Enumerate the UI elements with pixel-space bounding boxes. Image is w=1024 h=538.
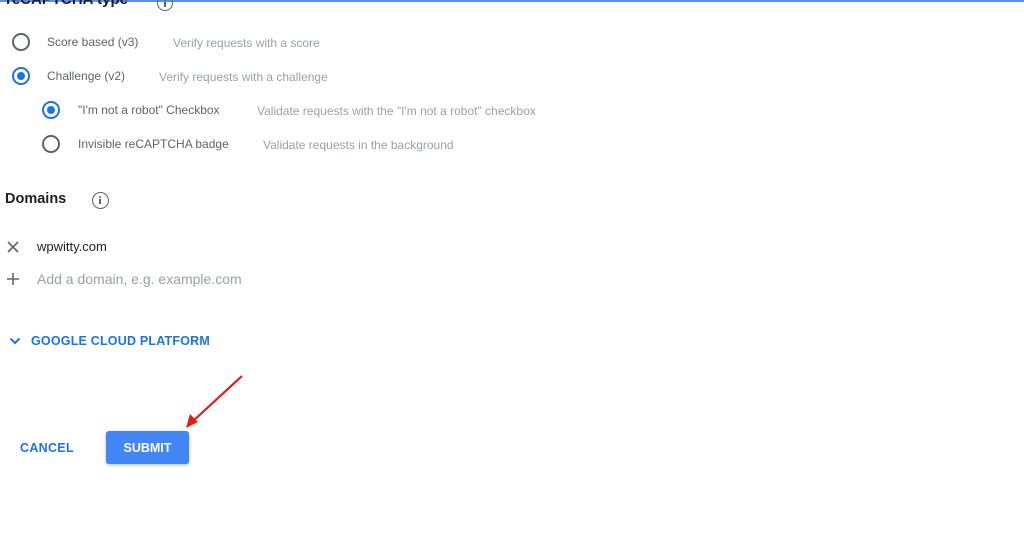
radio-button[interactable]	[42, 135, 60, 153]
radio-description: Verify requests with a challenge	[159, 70, 328, 84]
annotation-arrow-icon	[186, 375, 243, 428]
radio-label: Challenge (v2)	[47, 69, 126, 83]
google-cloud-platform-toggle[interactable]: GOOGLE CLOUD PLATFORM	[9, 334, 210, 348]
radio-option-checkbox[interactable]: "I'm not a robot" Checkbox	[42, 101, 220, 119]
radio-label: Invisible reCAPTCHA badge	[78, 137, 229, 151]
radio-label: Score based (v3)	[47, 35, 139, 49]
radio-option-invisible[interactable]: Invisible reCAPTCHA badge	[42, 135, 229, 153]
radio-description: Verify requests with a score	[173, 36, 320, 50]
chevron-down-icon	[9, 337, 21, 345]
info-icon[interactable]	[157, 0, 173, 11]
submit-button[interactable]: SUBMIT	[106, 431, 189, 464]
top-border	[0, 0, 1024, 2]
radio-label: "I'm not a robot" Checkbox	[78, 103, 220, 117]
radio-button-checked[interactable]	[42, 101, 60, 119]
add-domain-row	[6, 271, 337, 287]
info-icon[interactable]	[92, 192, 109, 209]
remove-domain-icon[interactable]	[6, 240, 20, 254]
cancel-button[interactable]: CANCEL	[14, 436, 78, 460]
domain-text: wpwitty.com	[37, 239, 107, 254]
recaptcha-type-title: reCAPTCHA type	[6, 0, 128, 8]
radio-option-score-based[interactable]: Score based (v3)	[12, 33, 138, 51]
domains-title: Domains	[5, 191, 67, 207]
gcp-label: GOOGLE CLOUD PLATFORM	[31, 334, 210, 348]
radio-description: Validate requests with the "I'm not a ro…	[257, 104, 536, 118]
radio-button-checked[interactable]	[12, 67, 30, 85]
add-icon[interactable]	[6, 272, 20, 286]
domain-item: wpwitty.com	[6, 239, 107, 254]
radio-option-challenge[interactable]: Challenge (v2)	[12, 67, 125, 85]
add-domain-input[interactable]	[37, 271, 337, 287]
radio-button[interactable]	[12, 33, 30, 51]
radio-description: Validate requests in the background	[263, 138, 454, 152]
